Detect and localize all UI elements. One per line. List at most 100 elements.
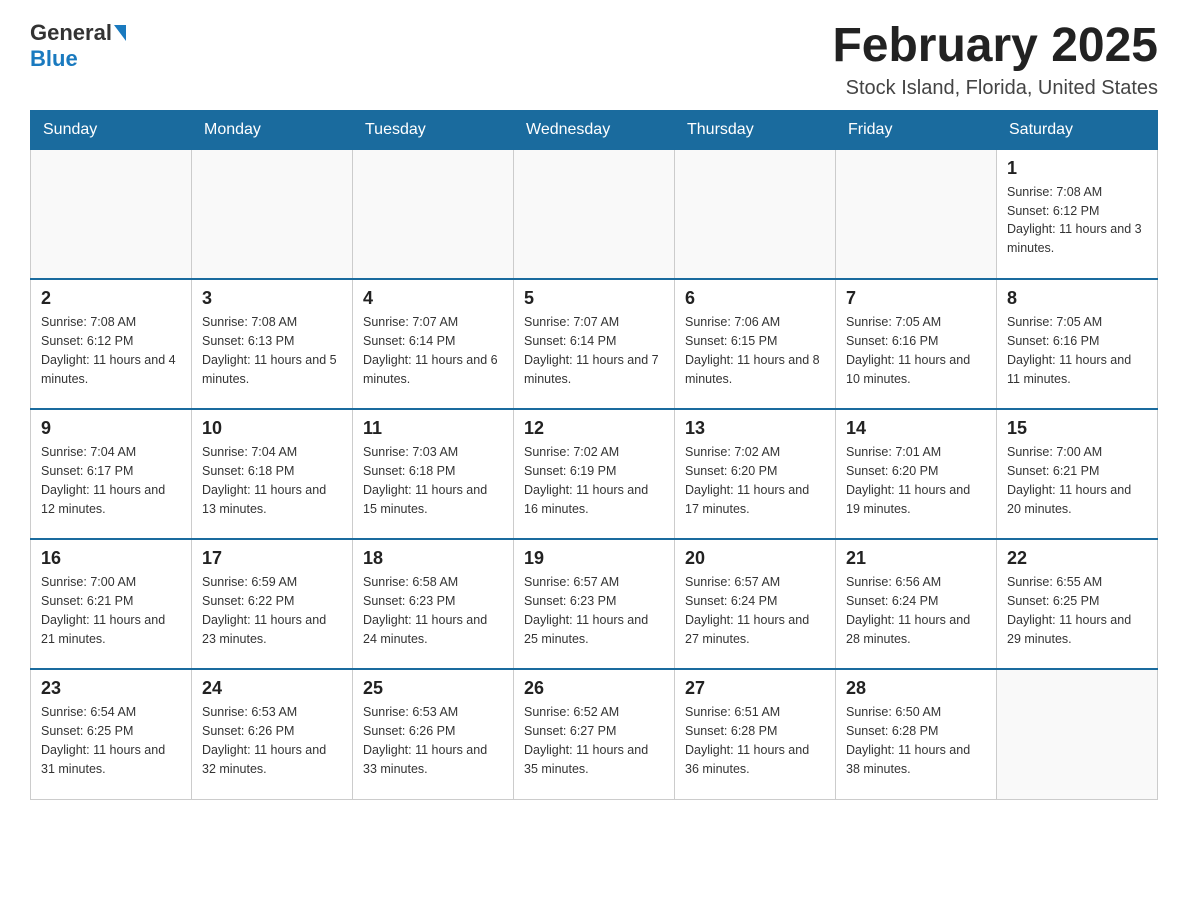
calendar-cell-w1-d4	[514, 149, 675, 279]
location-subtitle: Stock Island, Florida, United States	[832, 77, 1158, 100]
day-number: 13	[685, 418, 825, 439]
day-info: Sunrise: 7:07 AMSunset: 6:14 PMDaylight:…	[524, 313, 664, 388]
day-number: 24	[202, 678, 342, 699]
day-number: 25	[363, 678, 503, 699]
col-friday: Friday	[836, 110, 997, 149]
calendar-cell-w3-d3: 11 Sunrise: 7:03 AMSunset: 6:18 PMDayligh…	[353, 409, 514, 539]
calendar-cell-w3-d6: 14 Sunrise: 7:01 AMSunset: 6:20 PMDayligh…	[836, 409, 997, 539]
day-number: 3	[202, 288, 342, 309]
day-info: Sunrise: 6:54 AMSunset: 6:25 PMDaylight:…	[41, 703, 181, 778]
col-tuesday: Tuesday	[353, 110, 514, 149]
calendar-week-2: 2 Sunrise: 7:08 AMSunset: 6:12 PMDaylight…	[31, 279, 1158, 409]
calendar-cell-w2-d7: 8 Sunrise: 7:05 AMSunset: 6:16 PMDaylight…	[997, 279, 1158, 409]
calendar-cell-w4-d6: 21Sunrise: 6:56 AMSunset: 6:24 PMDayligh…	[836, 539, 997, 669]
calendar-cell-w5-d5: 27 Sunrise: 6:51 AMSunset: 6:28 PMDayligh…	[675, 669, 836, 799]
day-info: Sunrise: 6:52 AMSunset: 6:27 PMDaylight:…	[524, 703, 664, 778]
day-number: 22	[1007, 548, 1147, 569]
day-info: Sunrise: 7:05 AMSunset: 6:16 PMDaylight:…	[1007, 313, 1147, 388]
day-info: Sunrise: 6:53 AMSunset: 6:26 PMDaylight:…	[202, 703, 342, 778]
month-year-title: February 2025	[832, 20, 1158, 73]
day-info: Sunrise: 7:07 AMSunset: 6:14 PMDaylight:…	[363, 313, 503, 388]
day-info: Sunrise: 6:57 AMSunset: 6:24 PMDaylight:…	[685, 573, 825, 648]
day-info: Sunrise: 7:02 AMSunset: 6:19 PMDaylight:…	[524, 443, 664, 518]
day-info: Sunrise: 7:02 AMSunset: 6:20 PMDaylight:…	[685, 443, 825, 518]
calendar-cell-w2-d5: 6 Sunrise: 7:06 AMSunset: 6:15 PMDaylight…	[675, 279, 836, 409]
day-info: Sunrise: 6:50 AMSunset: 6:28 PMDaylight:…	[846, 703, 986, 778]
day-number: 4	[363, 288, 503, 309]
day-number: 23	[41, 678, 181, 699]
day-number: 5	[524, 288, 664, 309]
day-info: Sunrise: 7:03 AMSunset: 6:18 PMDaylight:…	[363, 443, 503, 518]
day-number: 11	[363, 418, 503, 439]
logo-arrow-icon	[114, 25, 126, 41]
day-number: 15	[1007, 418, 1147, 439]
day-number: 28	[846, 678, 986, 699]
calendar-cell-w1-d1	[31, 149, 192, 279]
calendar-cell-w5-d1: 23 Sunrise: 6:54 AMSunset: 6:25 PMDayligh…	[31, 669, 192, 799]
col-monday: Monday	[192, 110, 353, 149]
calendar-week-3: 9Sunrise: 7:04 AMSunset: 6:17 PMDaylight…	[31, 409, 1158, 539]
day-info: Sunrise: 7:06 AMSunset: 6:15 PMDaylight:…	[685, 313, 825, 388]
day-number: 18	[363, 548, 503, 569]
calendar-cell-w5-d7	[997, 669, 1158, 799]
day-number: 27	[685, 678, 825, 699]
day-number: 8	[1007, 288, 1147, 309]
day-info: Sunrise: 7:05 AMSunset: 6:16 PMDaylight:…	[846, 313, 986, 388]
day-number: 10	[202, 418, 342, 439]
day-info: Sunrise: 6:59 AMSunset: 6:22 PMDaylight:…	[202, 573, 342, 648]
calendar-cell-w5-d4: 26 Sunrise: 6:52 AMSunset: 6:27 PMDayligh…	[514, 669, 675, 799]
calendar-cell-w3-d5: 13 Sunrise: 7:02 AMSunset: 6:20 PMDayligh…	[675, 409, 836, 539]
logo: General Blue	[30, 20, 128, 72]
calendar-cell-w1-d5	[675, 149, 836, 279]
calendar-cell-w4-d7: 22 Sunrise: 6:55 AMSunset: 6:25 PMDayligh…	[997, 539, 1158, 669]
calendar-table: Sunday Monday Tuesday Wednesday Thursday…	[30, 110, 1158, 800]
day-info: Sunrise: 6:51 AMSunset: 6:28 PMDaylight:…	[685, 703, 825, 778]
day-number: 2	[41, 288, 181, 309]
day-number: 14	[846, 418, 986, 439]
day-number: 1	[1007, 158, 1147, 179]
col-sunday: Sunday	[31, 110, 192, 149]
calendar-cell-w4-d2: 17 Sunrise: 6:59 AMSunset: 6:22 PMDayligh…	[192, 539, 353, 669]
col-saturday: Saturday	[997, 110, 1158, 149]
day-number: 26	[524, 678, 664, 699]
day-info: Sunrise: 7:01 AMSunset: 6:20 PMDaylight:…	[846, 443, 986, 518]
calendar-cell-w5-d3: 25 Sunrise: 6:53 AMSunset: 6:26 PMDayligh…	[353, 669, 514, 799]
calendar-cell-w4-d3: 18 Sunrise: 6:58 AMSunset: 6:23 PMDayligh…	[353, 539, 514, 669]
title-section: February 2025 Stock Island, Florida, Uni…	[832, 20, 1158, 100]
calendar-cell-w3-d2: 10 Sunrise: 7:04 AMSunset: 6:18 PMDayligh…	[192, 409, 353, 539]
day-number: 7	[846, 288, 986, 309]
calendar-cell-w2-d3: 4 Sunrise: 7:07 AMSunset: 6:14 PMDaylight…	[353, 279, 514, 409]
day-number: 17	[202, 548, 342, 569]
day-number: 12	[524, 418, 664, 439]
page-header: General Blue February 2025 Stock Island,…	[30, 20, 1158, 100]
day-info: Sunrise: 7:04 AMSunset: 6:17 PMDaylight:…	[41, 443, 181, 518]
calendar-week-5: 23 Sunrise: 6:54 AMSunset: 6:25 PMDayligh…	[31, 669, 1158, 799]
day-number: 19	[524, 548, 664, 569]
day-info: Sunrise: 7:04 AMSunset: 6:18 PMDaylight:…	[202, 443, 342, 518]
calendar-cell-w2-d2: 3 Sunrise: 7:08 AMSunset: 6:13 PMDaylight…	[192, 279, 353, 409]
day-number: 20	[685, 548, 825, 569]
day-info: Sunrise: 6:53 AMSunset: 6:26 PMDaylight:…	[363, 703, 503, 778]
logo-blue-text: Blue	[30, 46, 78, 72]
calendar-cell-w3-d4: 12 Sunrise: 7:02 AMSunset: 6:19 PMDayligh…	[514, 409, 675, 539]
col-wednesday: Wednesday	[514, 110, 675, 149]
calendar-cell-w5-d6: 28 Sunrise: 6:50 AMSunset: 6:28 PMDayligh…	[836, 669, 997, 799]
day-info: Sunrise: 6:57 AMSunset: 6:23 PMDaylight:…	[524, 573, 664, 648]
day-info: Sunrise: 6:58 AMSunset: 6:23 PMDaylight:…	[363, 573, 503, 648]
day-info: Sunrise: 7:08 AMSunset: 6:12 PMDaylight:…	[41, 313, 181, 388]
calendar-cell-w2-d1: 2 Sunrise: 7:08 AMSunset: 6:12 PMDaylight…	[31, 279, 192, 409]
calendar-cell-w1-d3	[353, 149, 514, 279]
calendar-cell-w2-d6: 7 Sunrise: 7:05 AMSunset: 6:16 PMDaylight…	[836, 279, 997, 409]
calendar-cell-w1-d2	[192, 149, 353, 279]
calendar-cell-w4-d5: 20 Sunrise: 6:57 AMSunset: 6:24 PMDayligh…	[675, 539, 836, 669]
calendar-cell-w5-d2: 24 Sunrise: 6:53 AMSunset: 6:26 PMDayligh…	[192, 669, 353, 799]
day-info: Sunrise: 6:55 AMSunset: 6:25 PMDaylight:…	[1007, 573, 1147, 648]
day-number: 6	[685, 288, 825, 309]
day-info: Sunrise: 7:00 AMSunset: 6:21 PMDaylight:…	[41, 573, 181, 648]
day-info: Sunrise: 7:08 AMSunset: 6:13 PMDaylight:…	[202, 313, 342, 388]
calendar-cell-w2-d4: 5 Sunrise: 7:07 AMSunset: 6:14 PMDaylight…	[514, 279, 675, 409]
calendar-week-4: 16Sunrise: 7:00 AMSunset: 6:21 PMDayligh…	[31, 539, 1158, 669]
calendar-cell-w1-d7: 1Sunrise: 7:08 AMSunset: 6:12 PMDaylight…	[997, 149, 1158, 279]
calendar-cell-w3-d1: 9Sunrise: 7:04 AMSunset: 6:17 PMDaylight…	[31, 409, 192, 539]
logo-general-text: General	[30, 20, 112, 46]
